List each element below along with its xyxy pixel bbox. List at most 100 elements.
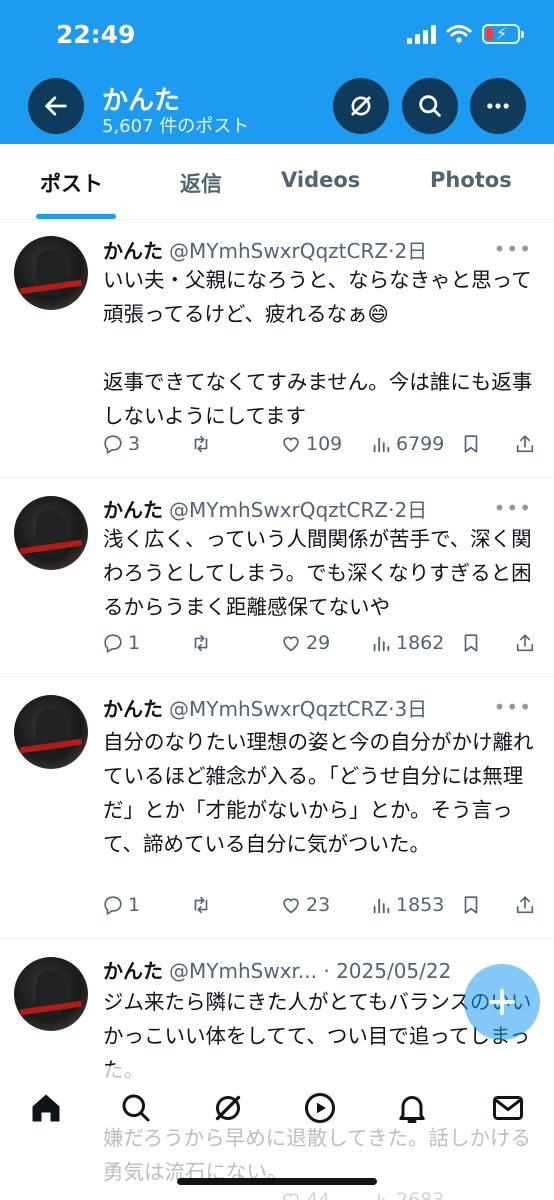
post-count: 5,607 件のポスト [102, 116, 250, 137]
reply-icon [104, 896, 122, 916]
compose-icon [488, 988, 516, 1016]
post-header: かんた @MYmhSwxrQqztCRZ·2日 [103, 498, 428, 522]
nav-video[interactable] [300, 1088, 340, 1128]
post-handle[interactable]: @MYmhSwxrQqztCRZ [169, 498, 388, 522]
arrow-left-icon [45, 96, 67, 116]
nav-messages[interactable] [488, 1088, 528, 1128]
post-text: いい夫・父親になろうと、ならなきゃと思って頑張ってるけど、疲れるなぁ😄 返事でき… [103, 268, 533, 428]
tab-videos[interactable]: Videos [281, 168, 360, 192]
retweet-icon [194, 634, 208, 652]
nav-notifications[interactable] [392, 1088, 432, 1128]
bookmark-button[interactable] [460, 894, 482, 916]
post-handle[interactable]: @MYmhSwxrQqztCRZ [169, 239, 388, 263]
messages-icon [493, 1096, 523, 1120]
search-button[interactable] [402, 78, 458, 134]
wifi-icon [446, 25, 472, 43]
post-more-icon[interactable]: ••• [494, 496, 532, 520]
reply-count: 1 [128, 894, 141, 916]
status-time: 22:49 [56, 20, 136, 49]
share-icon [516, 634, 534, 652]
post-author[interactable]: かんた [103, 498, 163, 522]
post-date[interactable]: 3日 [394, 697, 427, 721]
home-icon [32, 1094, 60, 1122]
compose-button[interactable] [464, 964, 540, 1040]
bookmark-button[interactable] [460, 632, 482, 654]
avatar[interactable] [14, 957, 88, 1031]
post[interactable]: かんた @MYmhSwxrQqztCRZ·3日 ••• 自分のなりたい理想の姿と今… [0, 677, 554, 939]
post-text: 自分のなりたい理想の姿と今の自分がかけ離れているほど雑念が入る。「どうせ自分には… [103, 730, 534, 856]
heart-icon [283, 636, 299, 652]
views-icon [373, 898, 390, 914]
bookmark-icon [464, 896, 478, 914]
video-icon [305, 1093, 335, 1123]
nav-search[interactable] [116, 1088, 156, 1128]
grok-icon [215, 1095, 241, 1121]
views-button[interactable]: 6799 [370, 433, 444, 455]
post-date[interactable]: 2日 [394, 498, 427, 522]
avatar[interactable] [14, 496, 88, 570]
post-actions: 3 109 6799 [100, 433, 540, 461]
like-button[interactable]: 29 [280, 632, 330, 654]
retweet-icon [194, 435, 208, 453]
post-header: かんた @MYmhSwxrQqztCRZ·3日 [103, 697, 428, 721]
heart-icon [283, 437, 299, 453]
post[interactable]: かんた @MYmhSwxrQqztCRZ·2日 ••• 浅く広く、っていう人間関係… [0, 478, 554, 677]
post-date[interactable]: 2日 [394, 239, 427, 263]
share-icon [516, 435, 534, 453]
search-icon [419, 95, 441, 117]
post[interactable]: かんた @MYmhSwxrQqztCRZ·2日 ••• いい夫・父親になろうと、な… [0, 221, 554, 478]
bookmark-icon [464, 435, 478, 453]
profile-header: 22:49 ⚡ かんた 5,607 件のポスト [0, 0, 554, 144]
retweet-button[interactable] [190, 894, 216, 916]
tab-posts[interactable]: ポスト [40, 168, 103, 198]
post-date[interactable]: 2025/05/22 [336, 959, 451, 983]
post-text: 浅く広く、っていう人間関係が苦手で、深く関わろうとしてしまう。でも深くなりすぎる… [103, 527, 532, 619]
bookmark-icon [464, 634, 478, 652]
post-author[interactable]: かんた [103, 959, 163, 983]
heart-icon [283, 898, 299, 914]
post-handle[interactable]: @MYmhSwxr... [169, 959, 317, 983]
post-more-icon[interactable]: ••• [494, 237, 532, 261]
status-icons: ⚡ [407, 24, 524, 44]
post-actions: 1 29 1862 [100, 632, 540, 660]
more-button[interactable] [470, 78, 526, 134]
bookmark-button[interactable] [460, 433, 482, 455]
reply-button[interactable]: 1 [102, 632, 140, 654]
share-button[interactable] [514, 894, 536, 916]
like-count: 23 [306, 894, 331, 916]
post-handle[interactable]: @MYmhSwxrQqztCRZ [169, 697, 388, 721]
retweet-icon [194, 896, 208, 914]
search-icon [122, 1094, 150, 1122]
view-count: 6799 [396, 433, 445, 455]
tab-replies[interactable]: 返信 [180, 168, 222, 198]
tab-photos[interactable]: Photos [430, 168, 512, 192]
post-more-icon[interactable]: ••• [494, 695, 532, 719]
like-button[interactable]: 109 [280, 433, 342, 455]
nav-grok[interactable] [208, 1088, 248, 1128]
status-bar: 22:49 ⚡ [0, 0, 554, 72]
view-count: 1862 [396, 632, 445, 654]
back-button[interactable] [28, 78, 84, 134]
profile-tabs: ポスト 返信 Videos Photos [0, 144, 554, 220]
post-author[interactable]: かんた [103, 239, 163, 263]
grok-button[interactable] [333, 78, 389, 134]
reply-icon [104, 435, 122, 455]
cellular-signal-icon [407, 24, 436, 44]
reply-button[interactable]: 1 [102, 894, 140, 916]
avatar[interactable] [14, 236, 88, 310]
battery-icon: ⚡ [482, 24, 524, 44]
nav-home[interactable] [26, 1088, 66, 1128]
views-button[interactable]: 1862 [370, 632, 444, 654]
retweet-button[interactable] [190, 632, 216, 654]
grok-icon [351, 96, 371, 116]
views-button[interactable]: 1853 [370, 894, 444, 916]
home-indicator [177, 1178, 377, 1185]
share-button[interactable] [514, 433, 536, 455]
like-button[interactable]: 23 [280, 894, 330, 916]
retweet-button[interactable] [190, 433, 216, 455]
reply-button[interactable]: 3 [102, 433, 140, 455]
share-button[interactable] [514, 632, 536, 654]
notifications-icon [399, 1096, 425, 1123]
post-author[interactable]: かんた [103, 697, 163, 721]
avatar[interactable] [14, 695, 88, 769]
